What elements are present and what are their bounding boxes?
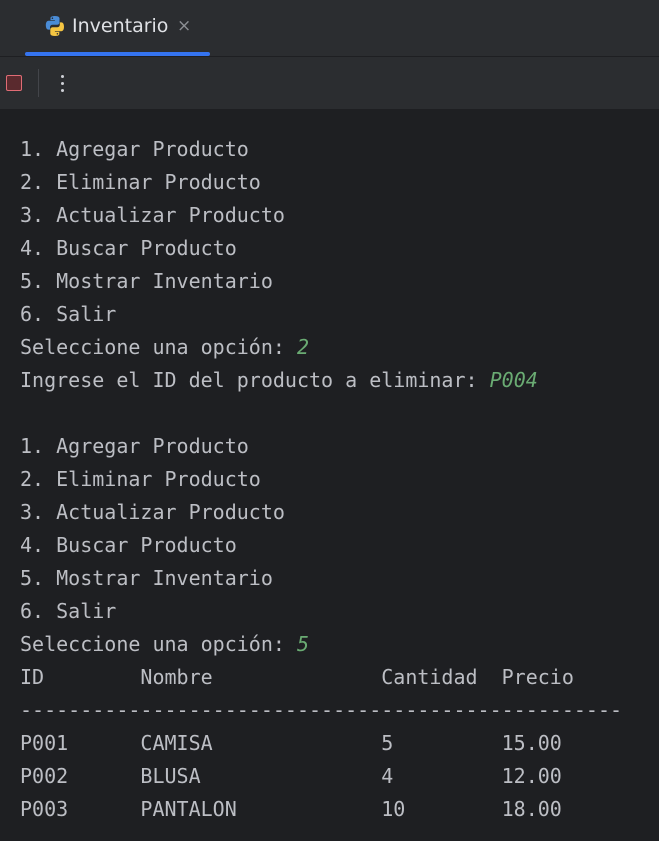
menu-line: 6. Salir — [20, 599, 117, 623]
run-window: Inventario × 1. Agregar Producto 2. Elim… — [0, 0, 659, 841]
tab-title: Inventario — [72, 15, 169, 37]
menu-line: 5. Mostrar Inventario — [20, 566, 273, 590]
menu-line: 1. Agregar Producto — [20, 434, 249, 458]
console-output[interactable]: 1. Agregar Producto 2. Eliminar Producto… — [0, 109, 659, 841]
prompt-text: Ingrese el ID del producto a eliminar: — [20, 368, 490, 392]
menu-line: 1. Agregar Producto — [20, 137, 249, 161]
stop-button[interactable] — [4, 73, 24, 93]
more-vertical-icon-dot — [61, 82, 64, 85]
user-input: 5 — [296, 632, 309, 656]
user-input: 2 — [296, 335, 309, 359]
menu-line: 6. Salir — [20, 302, 117, 326]
user-input: P004 — [489, 368, 538, 392]
prompt-text: Seleccione una opción: — [20, 335, 297, 359]
table-row: P002 BLUSA 4 12.00 — [20, 764, 562, 788]
python-icon — [43, 14, 67, 38]
toolbar-divider — [38, 69, 39, 97]
console-lines: 1. Agregar Producto 2. Eliminar Producto… — [20, 133, 622, 826]
menu-line: 3. Actualizar Producto — [20, 500, 285, 524]
close-icon[interactable]: × — [177, 15, 191, 37]
tab-inventario[interactable]: Inventario × — [25, 0, 210, 56]
run-toolbar — [0, 57, 659, 109]
more-vertical-icon-dot — [61, 89, 64, 92]
prompt-text: Seleccione una opción: — [20, 632, 297, 656]
menu-line: 2. Eliminar Producto — [20, 467, 261, 491]
table-header: ID Nombre Cantidad Precio — [20, 665, 574, 689]
table-separator: ----------------------------------------… — [20, 698, 623, 722]
prompt-line: Seleccione una opción: 5 — [20, 628, 622, 661]
table-row: P003 PANTALON 10 18.00 — [20, 797, 562, 821]
prompt-line: Ingrese el ID del producto a eliminar: P… — [20, 364, 622, 397]
menu-line: 2. Eliminar Producto — [20, 170, 261, 194]
menu-line: 4. Buscar Producto — [20, 533, 237, 557]
menu-line: 3. Actualizar Producto — [20, 203, 285, 227]
more-vertical-icon — [61, 75, 64, 78]
active-tab-indicator — [25, 52, 210, 56]
menu-line: 5. Mostrar Inventario — [20, 269, 273, 293]
more-options-button[interactable] — [52, 69, 72, 97]
tab-bar: Inventario × — [0, 0, 659, 57]
stop-icon — [6, 75, 22, 91]
prompt-line: Seleccione una opción: 2 — [20, 331, 622, 364]
menu-line: 4. Buscar Producto — [20, 236, 237, 260]
table-row: P001 CAMISA 5 15.00 — [20, 731, 562, 755]
